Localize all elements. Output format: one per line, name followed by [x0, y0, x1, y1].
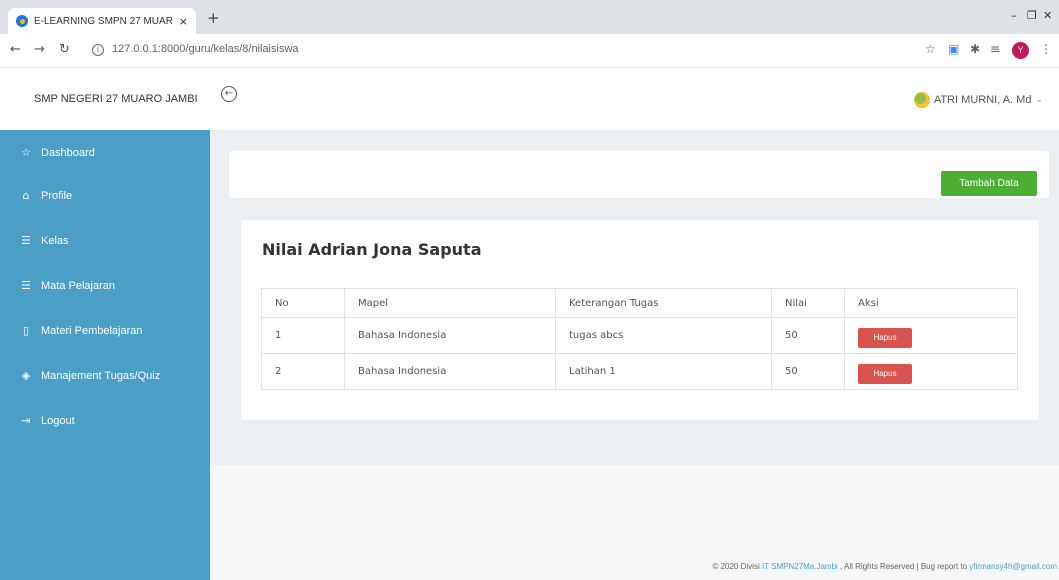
browser-tab[interactable]: E-LEARNING SMPN 27 MUARO J × [8, 8, 196, 34]
url-input[interactable]: 127.0.0.1:8000/guru/kelas/8/nilaisiswa [112, 43, 299, 55]
cell-aksi: Hapus [844, 353, 1018, 390]
star-icon: ☆ [21, 146, 31, 159]
database-icon: ☰ [21, 234, 31, 247]
window-close-icon[interactable]: ✕ [1043, 9, 1052, 22]
sidebar-toggle-icon[interactable]: ← [221, 86, 237, 102]
column-header-keterangan: Keterangan Tugas [555, 288, 772, 318]
database-icon: ☰ [21, 279, 31, 292]
sidebar-item-label: Logout [41, 415, 75, 427]
cell-keterangan: tugas abcs [555, 317, 772, 354]
table-header-row: No Mapel Keterangan Tugas Nilai Aksi [261, 288, 1018, 318]
logout-icon: ⇥ [21, 414, 31, 427]
sidebar-item-label: Mata Pelajaran [41, 280, 115, 292]
delete-button[interactable]: Hapus [858, 327, 912, 348]
sidebar-item-logout[interactable]: ⇥ Logout [20, 414, 75, 428]
sidebar: ☆ Dashboard ⌂ Profile ☰ Kelas ☰ Mata Pel… [0, 130, 210, 580]
footer-middle: , All Rights Reserved | Bug report to [837, 562, 970, 571]
sidebar-item-materi-pembelajaran[interactable]: ▯ Materi Pembelajaran [20, 324, 143, 338]
tab-title: E-LEARNING SMPN 27 MUARO J [34, 15, 173, 27]
chevron-down-icon: ⌄ [1035, 95, 1043, 105]
delete-button[interactable]: Hapus [858, 363, 912, 384]
cell-nilai: 50 [771, 353, 845, 390]
favicon-icon [16, 15, 28, 27]
footer-it-link[interactable]: IT SMPN27Ma.Jambi [762, 562, 838, 571]
table-row: 2 Bahasa Indonesia Latihan 1 50 Hapus [261, 353, 1018, 390]
user-menu[interactable]: ATRI MURNI, A. Md ⌄ [913, 92, 1043, 108]
reload-icon[interactable]: ↻ [59, 42, 70, 57]
sidebar-item-kelas[interactable]: ☰ Kelas [20, 234, 69, 248]
menu-icon[interactable]: ⋮ [1040, 42, 1052, 56]
add-data-button[interactable]: Tambah Data [941, 171, 1037, 196]
tab-close-icon[interactable]: × [179, 15, 188, 28]
forward-icon[interactable]: → [34, 42, 45, 57]
toolbar-card [229, 151, 1049, 198]
new-tab-button[interactable]: + [207, 11, 220, 26]
sidebar-item-label: Profile [41, 190, 73, 202]
browser-toolbar: ← → ↻ i 127.0.0.1:8000/guru/kelas/8/nila… [0, 34, 1059, 68]
cell-mapel: Bahasa Indonesia [344, 317, 556, 354]
home-icon: ⌂ [22, 189, 30, 202]
grades-table: No Mapel Keterangan Tugas Nilai Aksi 1 B… [261, 288, 1018, 390]
cell-no: 1 [261, 317, 345, 354]
restore-icon[interactable]: ❐ [1027, 9, 1037, 22]
user-name: ATRI MURNI, A. Md [933, 94, 1032, 106]
browser-tabbar: E-LEARNING SMPN 27 MUARO J × + – ❐ ✕ [0, 0, 1059, 34]
bookmark-star-icon[interactable]: ☆ [925, 42, 936, 56]
info-icon[interactable]: i [92, 44, 104, 56]
column-header-no: No [261, 288, 345, 318]
user-avatar [913, 92, 930, 108]
cell-no: 2 [261, 353, 345, 390]
table-row: 1 Bahasa Indonesia tugas abcs 50 Hapus [261, 317, 1018, 354]
sidebar-item-dashboard[interactable]: ☆ Dashboard [20, 146, 95, 160]
sidebar-item-label: Dashboard [41, 147, 95, 159]
extensions-icon[interactable]: ✱ [970, 42, 980, 56]
sidebar-item-manajement-tugas[interactable]: ◈ Manajement Tugas/Quiz [20, 369, 161, 383]
column-header-aksi: Aksi [844, 288, 1018, 318]
page-title: Nilai Adrian Jona Saputa [262, 240, 482, 259]
cell-aksi: Hapus [844, 317, 1018, 354]
sidebar-item-label: Kelas [41, 235, 69, 247]
cell-nilai: 50 [771, 317, 845, 354]
back-icon[interactable]: ← [10, 42, 21, 57]
sidebar-item-label: Manajement Tugas/Quiz [41, 370, 161, 382]
reading-list-icon[interactable]: ≡ [990, 42, 1000, 56]
brand-title[interactable]: SMP NEGERI 27 MUARO JAMBI [34, 93, 198, 105]
translate-icon[interactable]: ▣ [948, 42, 959, 56]
cell-mapel: Bahasa Indonesia [344, 353, 556, 390]
minimize-icon[interactable]: – [1011, 9, 1017, 22]
tablet-icon: ▯ [22, 324, 30, 337]
cell-keterangan: Latihan 1 [555, 353, 772, 390]
app-header: SMP NEGERI 27 MUARO JAMBI ← ATRI MURNI, … [0, 68, 1059, 130]
layers-icon: ◈ [21, 369, 31, 382]
footer: © 2020 Divisi IT SMPN27Ma.Jambi , All Ri… [712, 562, 1057, 571]
profile-avatar[interactable]: Y [1012, 42, 1029, 59]
footer-email-link[interactable]: yfirmansy4h@gmail.com [969, 562, 1057, 571]
sidebar-item-mata-pelajaran[interactable]: ☰ Mata Pelajaran [20, 279, 115, 293]
column-header-nilai: Nilai [771, 288, 845, 318]
footer-prefix: © 2020 Divisi [712, 562, 762, 571]
column-header-mapel: Mapel [344, 288, 556, 318]
sidebar-item-profile[interactable]: ⌂ Profile [20, 189, 73, 203]
sidebar-item-label: Materi Pembelajaran [41, 325, 143, 337]
